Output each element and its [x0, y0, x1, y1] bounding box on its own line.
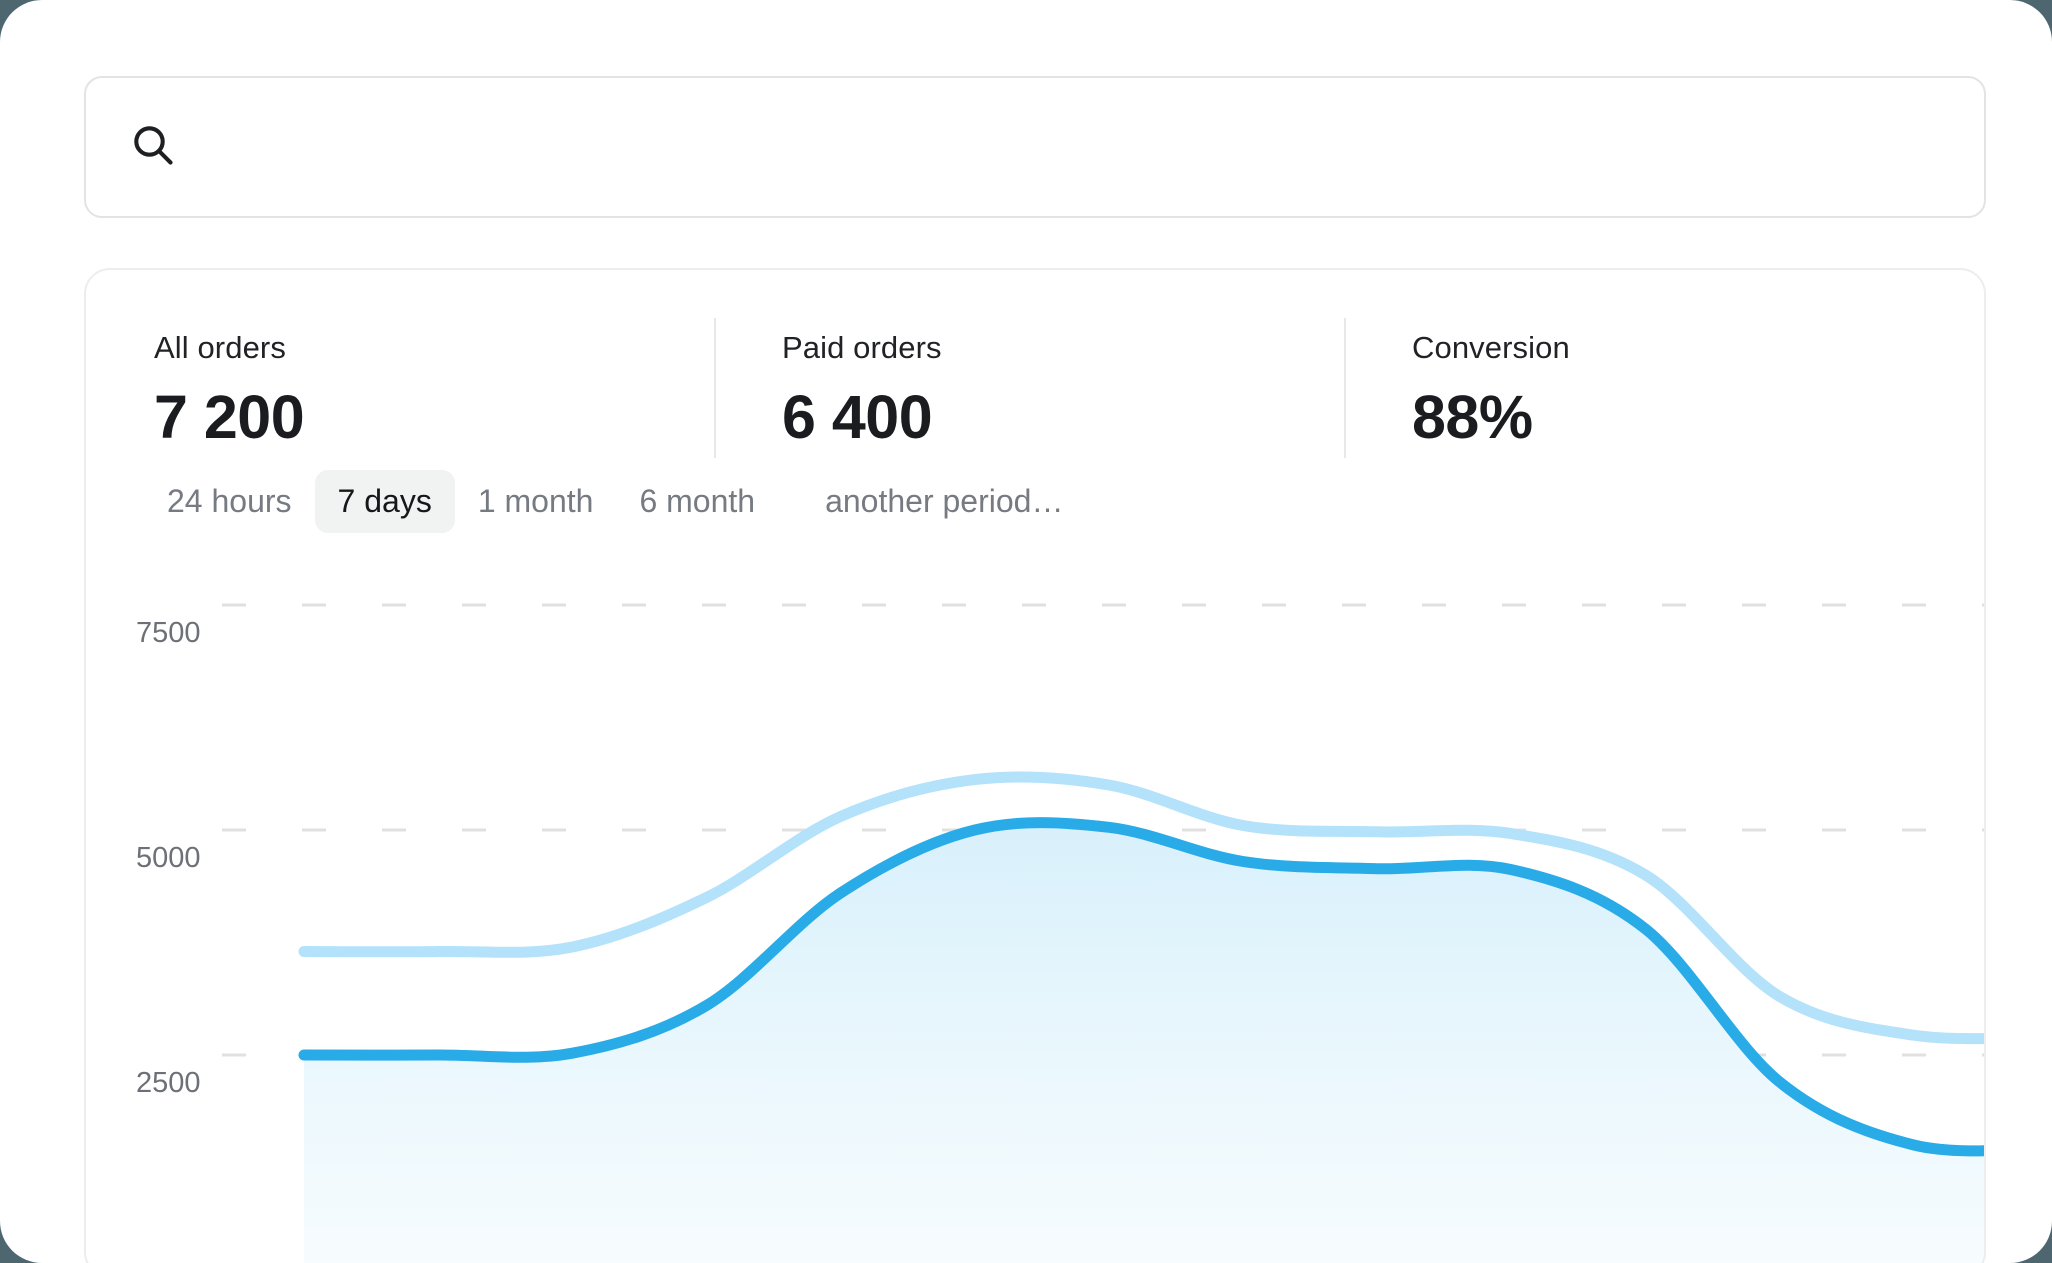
search-icon: [130, 122, 176, 173]
y-tick-label: 7500: [136, 617, 201, 649]
tab-6-month[interactable]: 6 month: [616, 470, 778, 533]
stat-value: 7 200: [154, 383, 305, 451]
tab-7-days[interactable]: 7 days: [314, 470, 455, 534]
y-tick-label: 2500: [136, 1067, 201, 1099]
stat-value: 88%: [1412, 383, 1533, 451]
orders-area-chart: 7500 5000 2500: [86, 542, 1984, 1263]
stat-all-orders: All orders 7 200: [86, 270, 714, 480]
stat-label: All orders: [154, 330, 286, 365]
stat-label: Paid orders: [782, 330, 942, 365]
chart-canvas: [222, 603, 1984, 1263]
app-page: All orders 7 200 Paid orders 6 400 Conve…: [0, 0, 2052, 1263]
period-tabs: 24 hours 7 days 1 month 6 month another …: [144, 470, 1086, 534]
tab-24-hours[interactable]: 24 hours: [144, 470, 315, 533]
tab-another-period[interactable]: another period…: [802, 470, 1086, 533]
y-tick-label: 5000: [136, 842, 201, 874]
stat-conversion: Conversion 88%: [1344, 270, 1984, 480]
stat-paid-orders: Paid orders 6 400: [714, 270, 1344, 480]
search-bar[interactable]: [84, 76, 1986, 218]
stat-value: 6 400: [782, 383, 933, 451]
stats-row: All orders 7 200 Paid orders 6 400 Conve…: [86, 270, 1984, 480]
chart-area-fill: [304, 822, 1984, 1263]
dashboard-card: All orders 7 200 Paid orders 6 400 Conve…: [84, 268, 1986, 1263]
stat-label: Conversion: [1412, 330, 1570, 365]
search-input[interactable]: [202, 127, 1940, 167]
tab-1-month[interactable]: 1 month: [455, 470, 617, 533]
